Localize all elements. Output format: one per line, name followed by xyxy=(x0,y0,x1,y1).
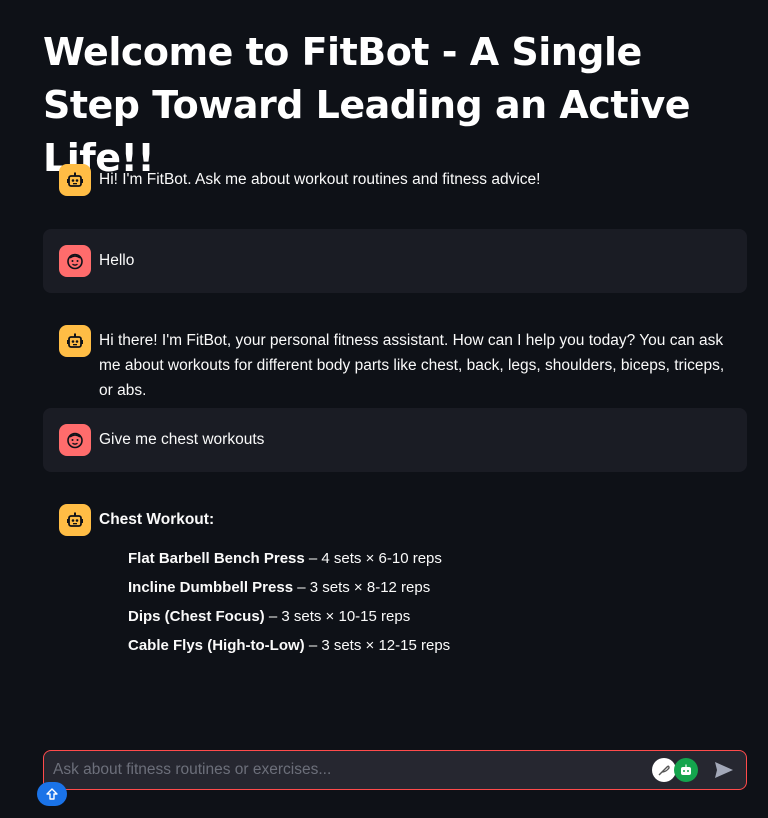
message-text: Chest Workout: Flat Barbell Bench Press … xyxy=(99,504,450,660)
workout-list: Flat Barbell Bench Press – 4 sets × 6-10… xyxy=(128,544,450,660)
exercise-name: Flat Barbell Bench Press xyxy=(128,550,305,567)
message-text: Give me chest workouts xyxy=(99,431,265,448)
exercise-name: Cable Flys (High-to-Low) xyxy=(128,637,305,654)
robot-icon xyxy=(59,325,91,357)
chat-message-assistant: Hi! I'm FitBot. Ask me about workout rou… xyxy=(43,148,747,212)
arrow-up-icon xyxy=(46,788,58,800)
list-item: Cable Flys (High-to-Low) – 3 sets × 12-1… xyxy=(128,631,450,660)
robot-icon xyxy=(59,164,91,196)
message-text: Hello xyxy=(99,252,135,269)
chat-message-assistant: Hi there! I'm FitBot, your personal fitn… xyxy=(43,309,747,419)
list-item: Flat Barbell Bench Press – 4 sets × 6-10… xyxy=(128,544,450,573)
chat-input-container xyxy=(43,750,747,790)
chat-message-user: Hello xyxy=(43,229,747,293)
chat-input[interactable] xyxy=(44,751,652,789)
extension-icons xyxy=(652,758,698,782)
exercise-detail: – 3 sets × 12-15 reps xyxy=(304,637,451,654)
robot-icon xyxy=(59,504,91,536)
chat-message-assistant: Chest Workout: Flat Barbell Bench Press … xyxy=(43,488,747,676)
workout-heading: Chest Workout: xyxy=(99,511,215,528)
send-icon xyxy=(715,762,733,778)
face-icon xyxy=(59,424,91,456)
message-text: Hi! I'm FitBot. Ask me about workout rou… xyxy=(99,171,541,188)
list-item: Incline Dumbbell Press – 3 sets × 8-12 r… xyxy=(128,573,450,602)
list-item: Dips (Chest Focus) – 3 sets × 10-15 reps xyxy=(128,602,450,631)
exercise-name: Incline Dumbbell Press xyxy=(128,579,294,596)
bot-extension-icon[interactable] xyxy=(674,758,698,782)
feather-icon[interactable] xyxy=(652,758,676,782)
scroll-up-button[interactable] xyxy=(37,782,67,806)
exercise-detail: – 3 sets × 10-15 reps xyxy=(264,608,411,625)
chat-message-user: Give me chest workouts xyxy=(43,408,747,472)
exercise-name: Dips (Chest Focus) xyxy=(128,608,265,625)
send-button[interactable] xyxy=(708,754,740,786)
exercise-detail: – 3 sets × 8-12 reps xyxy=(293,579,431,596)
exercise-detail: – 4 sets × 6-10 reps xyxy=(304,550,442,567)
message-text: Hi there! I'm FitBot, your personal fitn… xyxy=(99,332,725,399)
face-icon xyxy=(59,245,91,277)
